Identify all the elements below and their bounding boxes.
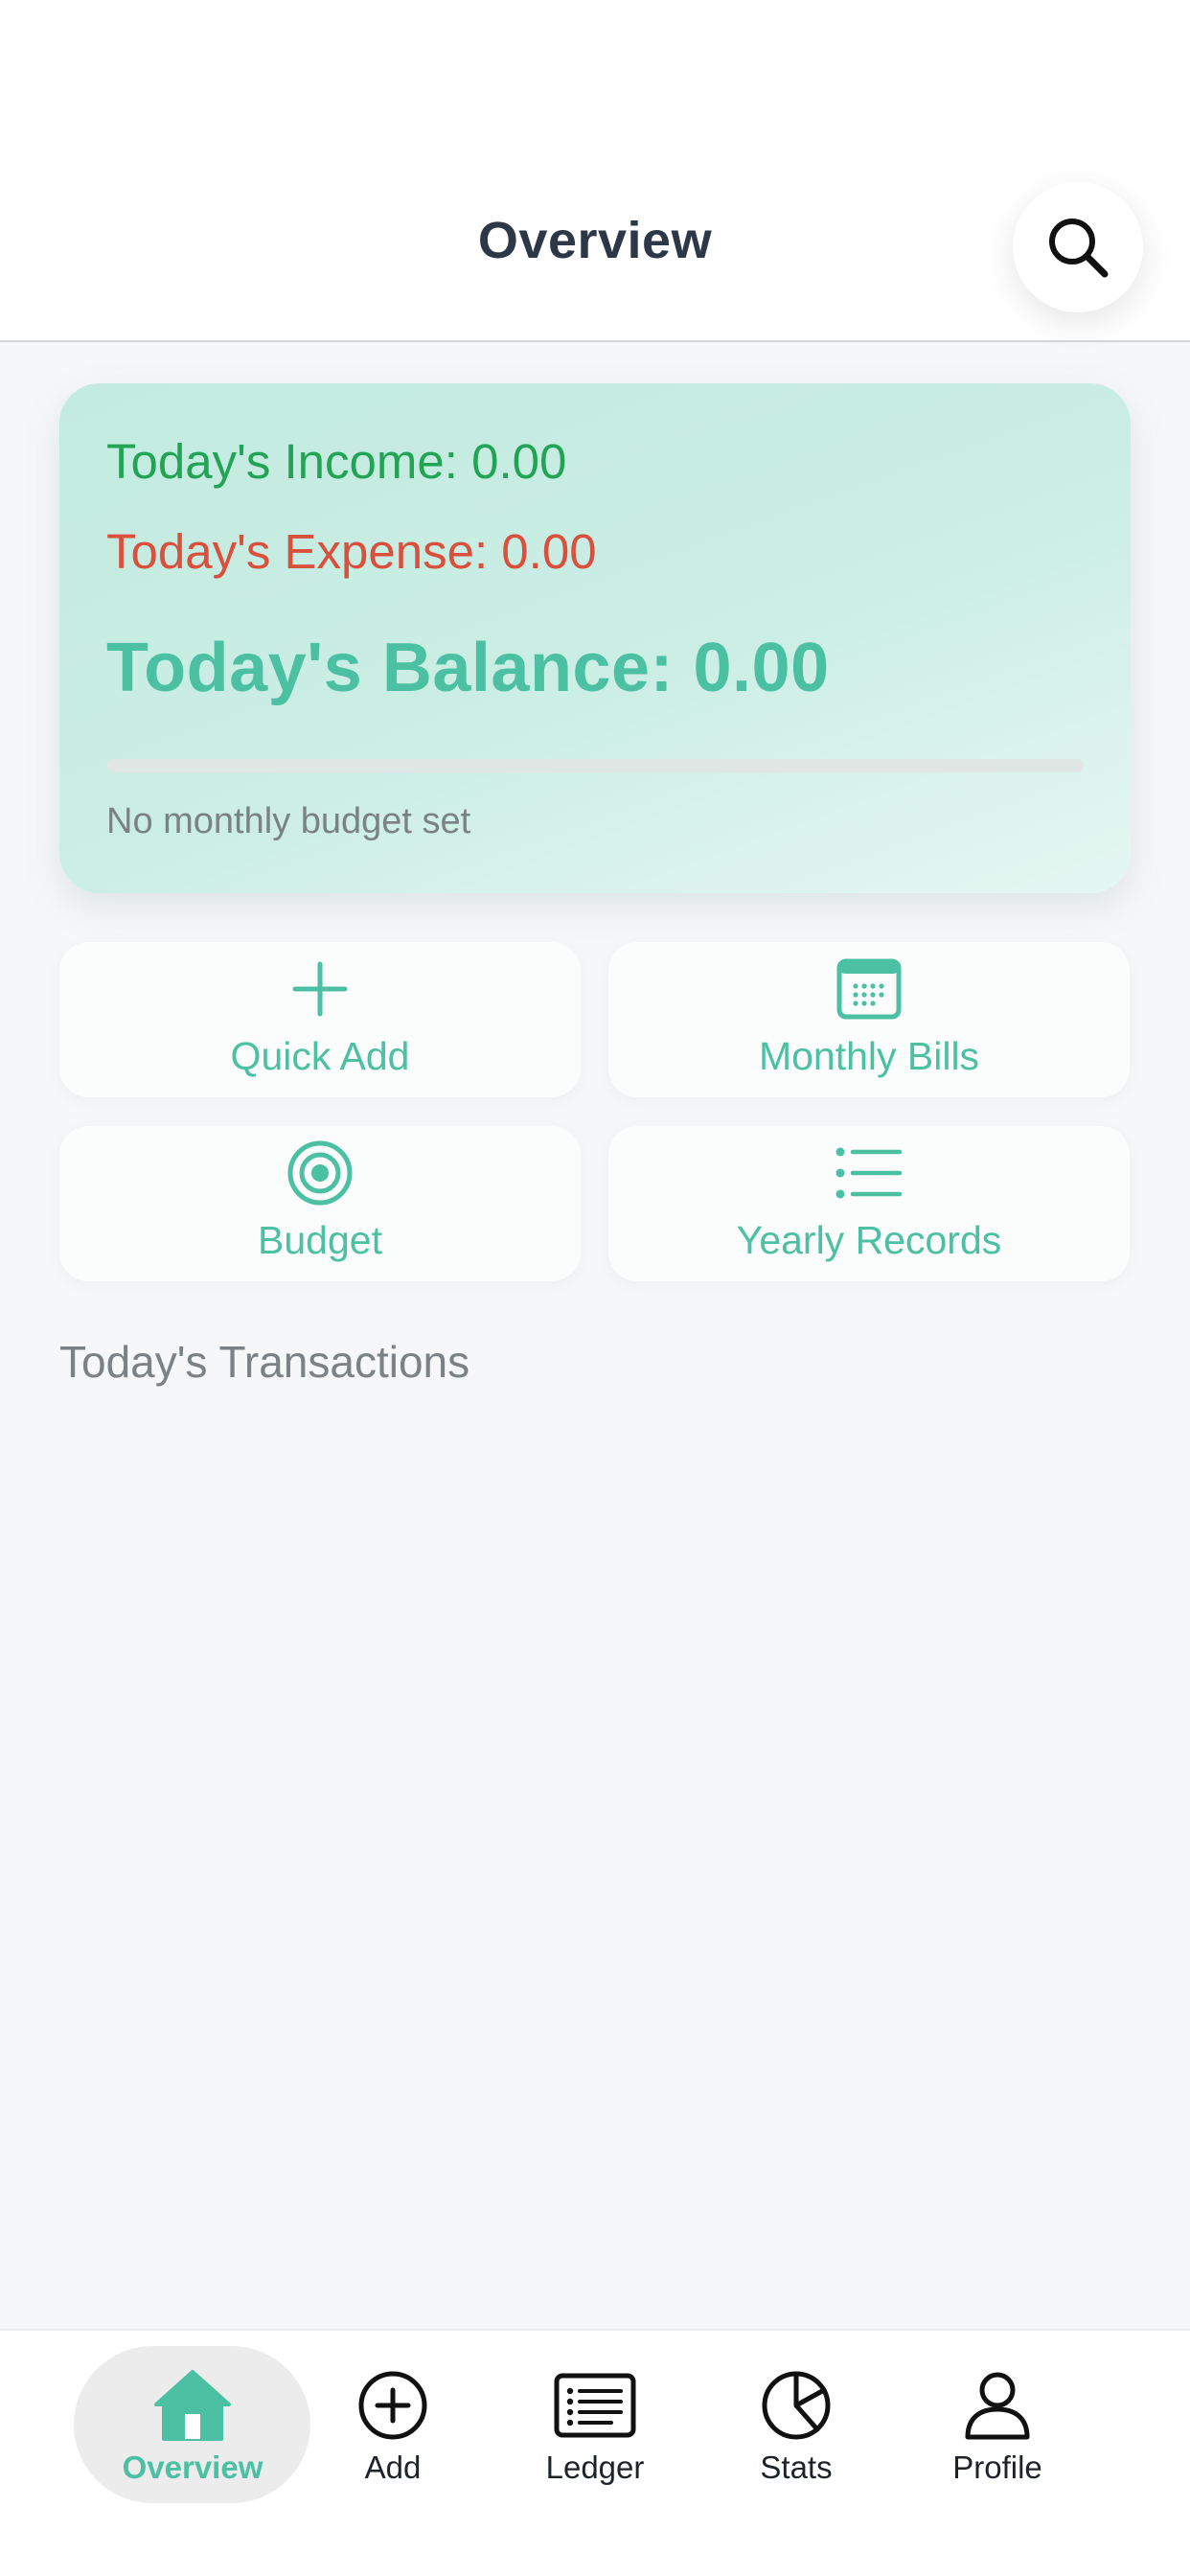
today-income: Today's Income: 0.00 bbox=[106, 434, 567, 489]
tab-add[interactable]: Add bbox=[316, 2331, 469, 2576]
status-bar bbox=[0, 0, 1190, 144]
budget-progress-bar bbox=[106, 759, 1084, 772]
today-expense: Today's Expense: 0.00 bbox=[106, 524, 597, 579]
list-icon bbox=[835, 1147, 903, 1199]
add-circle-icon bbox=[358, 2371, 427, 2440]
monthly-bills-button[interactable]: Monthly Bills bbox=[608, 942, 1130, 1097]
bottom-tab-bar: Overview Add Ledger Stats Profile bbox=[0, 2329, 1190, 2576]
budget-label: Budget bbox=[258, 1218, 382, 1262]
calendar-icon bbox=[836, 958, 902, 1020]
tab-ledger-label: Ledger bbox=[545, 2450, 645, 2485]
tab-profile-label: Profile bbox=[952, 2450, 1042, 2485]
tab-overview-label: Overview bbox=[122, 2450, 263, 2485]
search-button[interactable] bbox=[1013, 182, 1143, 312]
home-icon bbox=[154, 2370, 231, 2441]
transactions-section-title: Today's Transactions bbox=[59, 1337, 470, 1387]
overview-screen: Overview Today's Income: 0.00 Today's Ex… bbox=[0, 0, 1190, 2576]
budget-note: No monthly budget set bbox=[106, 801, 471, 841]
budget-button[interactable]: Budget bbox=[59, 1126, 581, 1281]
monthly-bills-label: Monthly Bills bbox=[758, 1034, 980, 1078]
target-icon bbox=[287, 1140, 353, 1206]
daily-summary-card: Today's Income: 0.00 Today's Expense: 0.… bbox=[59, 383, 1131, 893]
page-title: Overview bbox=[477, 212, 713, 269]
tab-overview[interactable]: Overview bbox=[87, 2331, 298, 2576]
yearly-records-label: Yearly Records bbox=[736, 1218, 1002, 1262]
today-balance: Today's Balance: 0.00 bbox=[106, 630, 830, 706]
tab-stats-label: Stats bbox=[760, 2450, 833, 2485]
search-icon bbox=[1049, 218, 1109, 278]
ledger-icon bbox=[554, 2373, 636, 2438]
tab-ledger[interactable]: Ledger bbox=[518, 2331, 672, 2576]
yearly-records-button[interactable]: Yearly Records bbox=[608, 1126, 1130, 1281]
quick-add-label: Quick Add bbox=[230, 1034, 410, 1078]
tab-profile[interactable]: Profile bbox=[921, 2331, 1074, 2576]
tab-add-label: Add bbox=[364, 2450, 422, 2485]
person-icon bbox=[965, 2372, 1030, 2440]
quick-add-button[interactable]: Quick Add bbox=[59, 942, 581, 1097]
plus-icon bbox=[292, 961, 348, 1017]
pie-chart-icon bbox=[762, 2371, 831, 2440]
header: Overview bbox=[0, 0, 1190, 342]
tab-stats[interactable]: Stats bbox=[720, 2331, 873, 2576]
